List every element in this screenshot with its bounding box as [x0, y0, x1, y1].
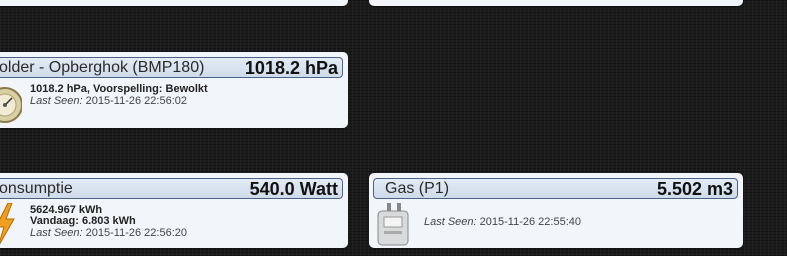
tile-header: Gas (P1) 5.502 m3 — [373, 178, 738, 199]
lightning-icon — [0, 203, 15, 245]
last-seen-label: Last Seen: — [30, 95, 83, 107]
tile-body: 5624.967 kWh Vandaag: 6.803 kWh Last See… — [0, 201, 348, 248]
tile-body: 1018.2 hPa, Voorspelling: Bewolkt Last S… — [0, 80, 348, 128]
device-detail-today: Vandaag: 6.803 kWh — [30, 215, 136, 227]
device-name: Gas (P1) — [385, 180, 450, 197]
device-name: onsumptie — [0, 180, 73, 197]
last-seen-label: Last Seen: — [30, 227, 83, 239]
tile-body: Last Seen: 2015-11-26 22:55:40 — [369, 201, 743, 248]
last-seen: Last Seen: 2015-11-26 22:56:02 — [30, 95, 208, 107]
last-seen: Last Seen: 2015-11-26 22:56:20 — [30, 227, 187, 239]
tile-gas[interactable]: Gas (P1) 5.502 m3 Last Seen: 2015-11-26 … — [369, 173, 743, 248]
gas-meter-icon — [377, 203, 409, 246]
tile-barometer[interactable]: older - Opberghok (BMP180) 1018.2 hPa 10… — [0, 52, 348, 128]
last-seen-value: 2015-11-26 22:55:40 — [479, 216, 581, 228]
tile-header: older - Opberghok (BMP180) 1018.2 hPa — [0, 57, 343, 78]
device-detail: 1018.2 hPa, Voorspelling: Bewolkt — [30, 83, 208, 95]
last-seen-label: Last Seen: — [424, 216, 477, 228]
last-seen: Last Seen: 2015-11-26 22:55:40 — [424, 216, 581, 228]
last-seen-value: 2015-11-26 22:56:20 — [85, 227, 187, 239]
barometer-icon — [0, 87, 22, 123]
device-value: 5.502 m3 — [656, 179, 733, 199]
tile-consumption[interactable]: onsumptie 540.0 Watt 5624.967 kWh Vandaa… — [0, 173, 348, 248]
device-name: older - Opberghok (BMP180) — [0, 59, 205, 76]
last-seen-value: 2015-11-26 22:56:02 — [85, 95, 187, 107]
tile-top-right-partial[interactable] — [369, 0, 743, 6]
device-value: 540.0 Watt — [249, 179, 338, 199]
device-value: 1018.2 hPa — [244, 58, 338, 78]
tile-top-left-partial[interactable] — [0, 0, 348, 6]
tile-header: onsumptie 540.0 Watt — [0, 178, 343, 199]
